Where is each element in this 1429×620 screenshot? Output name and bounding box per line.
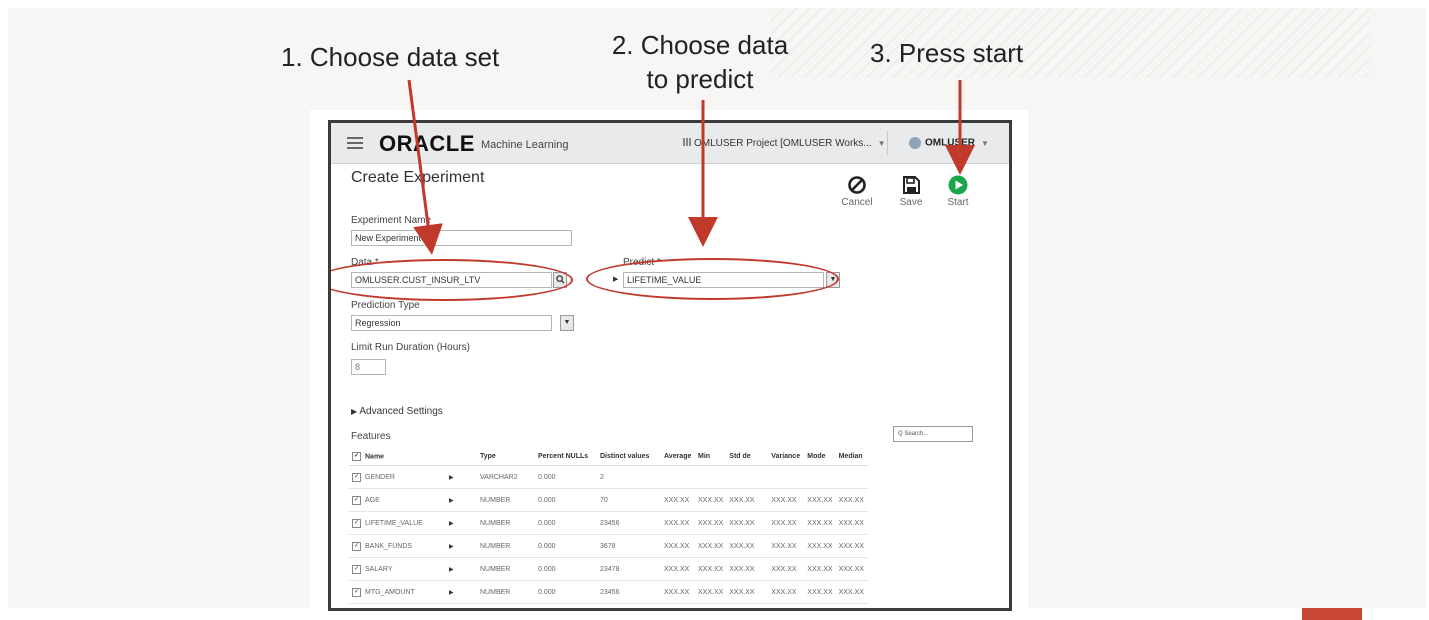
arrow-step1	[407, 79, 443, 255]
annotation-arrows	[407, 79, 975, 255]
